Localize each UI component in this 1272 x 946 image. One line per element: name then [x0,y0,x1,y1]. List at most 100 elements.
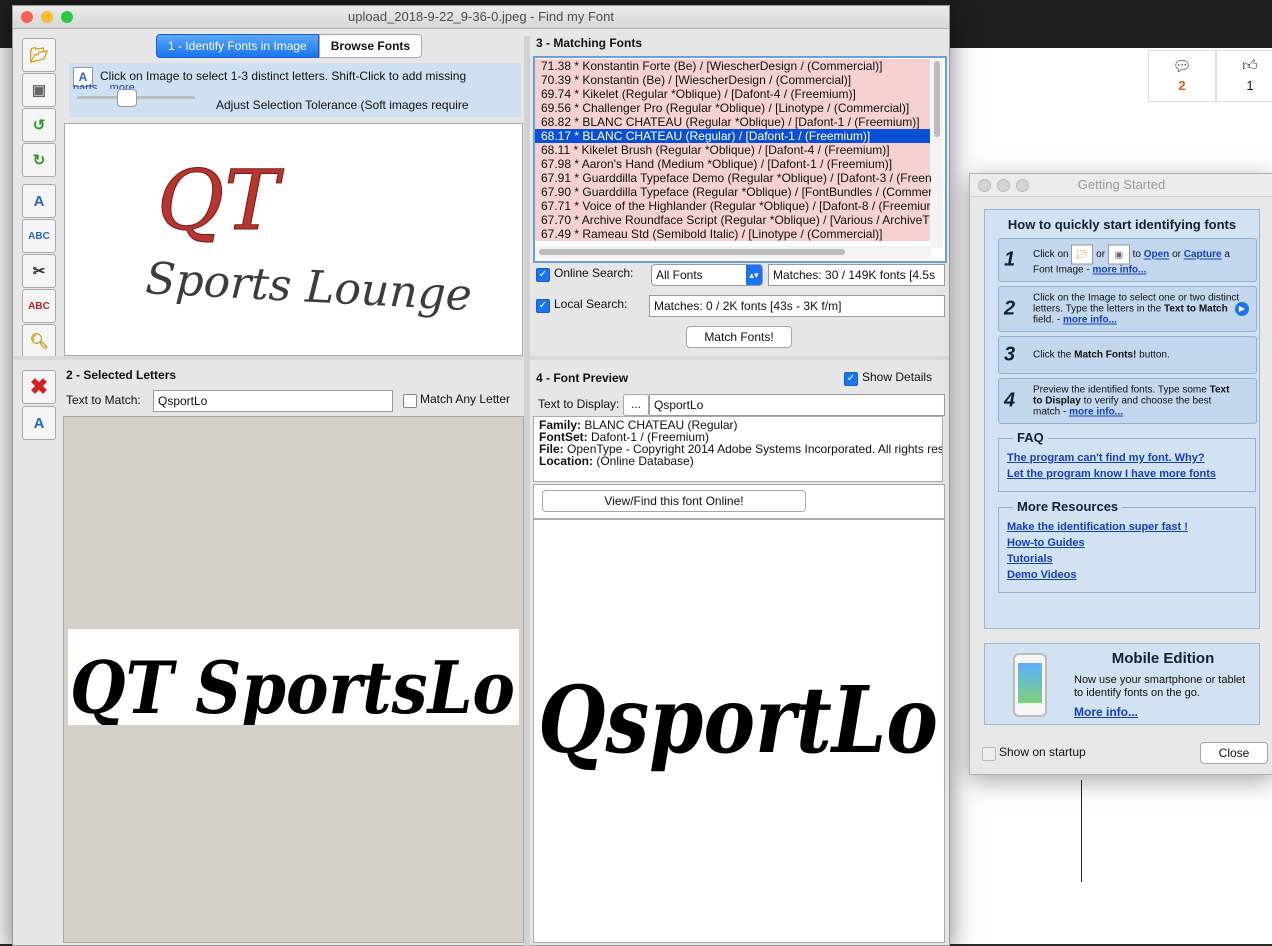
comment-icon: 💬︎ [1172,58,1192,75]
abc-fix-icon[interactable]: ABC [22,289,56,323]
smartphone-icon [1013,653,1047,717]
find-my-font-window: upload_2018-9-22_9-36-0.jpeg - Find my F… [12,5,950,946]
open-image-icon[interactable]: 📂︎ [22,38,56,72]
matching-fonts-rows: 71.38 * Konstantin Forte (Be) / [Wiesche… [535,59,932,241]
mobile-edition-title: Mobile Edition [1111,650,1215,667]
online-search-checkbox[interactable]: ✓ [536,268,550,282]
resource-link-super-fast[interactable]: Make the identification super fast ! [1007,521,1188,533]
selected-letters-panel: QT SportsLo [63,416,524,943]
rotate-left-icon[interactable]: ↺ [22,108,56,142]
match-row[interactable]: 67.70 * Archive Roundface Script (Regula… [535,213,930,227]
play-icon[interactable]: ▶ [1235,302,1249,316]
likes-count: 1 [1246,78,1254,93]
online-search-select[interactable]: All Fonts ▴▾ [651,264,763,286]
source-image-panel[interactable]: QT Sports Lounge [64,123,523,356]
close-window-button[interactable] [21,11,33,23]
tolerance-label: Adjust Selection Tolerance (Soft images … [216,98,469,112]
faq-link-more-fonts[interactable]: Let the program know I have more fonts [1007,468,1216,480]
logo-text: Sports Lounge [144,253,473,321]
match-any-letter-label: Match Any Letter [420,392,511,406]
vertical-splitter[interactable] [524,36,530,946]
font-location-row: Location: (Online Database) [539,454,694,468]
add-letter-icon[interactable]: A [22,184,56,218]
online-search-label: Online Search: [554,266,634,280]
getting-started-title: Getting Started [1077,177,1166,192]
show-on-startup-checkbox[interactable] [982,747,996,761]
scissors-icon[interactable]: ✂ [22,254,56,288]
mobile-more-info-link[interactable]: More info... [1074,705,1138,719]
match-row[interactable]: 71.38 * Konstantin Forte (Be) / [Wiesche… [535,59,930,73]
capture-screen-icon[interactable]: ▣ [22,73,56,107]
selected-letters-image: QT SportsLo [70,645,515,725]
minimize-window-button[interactable] [41,11,53,23]
gs-minimize-light[interactable] [997,179,1010,192]
zoom-magnifier-icon[interactable]: 🔍︎ [22,324,56,358]
resource-link-tutorials[interactable]: Tutorials [1007,553,1053,565]
faq-title: FAQ [1013,430,1048,445]
resource-link-guides[interactable]: How-to Guides [1007,537,1085,549]
window-title: upload_2018-9-22_9-36-0.jpeg - Find my F… [348,9,614,24]
thumbs-up-icon: 👍︎ [1242,57,1258,74]
match-row[interactable]: 67.90 * Guarddilla Typeface (Regular *Ob… [535,185,932,199]
horizontal-splitter[interactable] [13,356,949,360]
match-any-letter-checkbox[interactable] [403,394,417,408]
online-matches-field: Matches: 30 / 149K fonts [4.5s [768,264,945,286]
capture-link[interactable]: Capture [1184,249,1222,260]
open-link[interactable]: Open [1144,249,1170,260]
capture-icon-small: ▣ [1107,244,1130,265]
rotate-right-icon[interactable]: ↻ [22,143,56,177]
faq-link-cant-find[interactable]: The program can't find my font. Why? [1007,452,1205,464]
online-search-select-value: All Fonts [656,268,703,282]
likes-stat[interactable]: 👍︎ 1 [1216,50,1272,102]
tolerance-slider-thumb[interactable] [117,89,137,107]
source-image-logo[interactable]: QT Sports Lounge [65,124,522,355]
spellcheck-icon[interactable]: ABC [22,219,56,253]
tab-identify-fonts[interactable]: 1 - Identify Fonts in Image [156,34,319,58]
getting-started-content: How to quickly start identifying fonts 1… [984,209,1260,629]
match-row[interactable]: 69.74 * Kikelet (Regular *Oblique) / [Da… [535,87,930,101]
step-2-more-info-link[interactable]: more info... [1063,315,1117,326]
list-vertical-scrollbar[interactable] [931,58,943,248]
step-3: 3 Click the Match Fonts! button. [998,336,1257,374]
local-matches-field: Matches: 0 / 2K fonts [43s - 3K f/m] [649,295,945,317]
step-1-more-info-link[interactable]: more info... [1092,265,1146,276]
local-search-checkbox[interactable]: ✓ [536,299,550,313]
background-divider [1081,780,1082,882]
match-row[interactable]: 70.39 * Konstantin (Be) / [WiescherDesig… [535,73,930,87]
match-row[interactable]: 67.49 * Rameau Std (Semibold Italic) / [… [535,227,930,241]
text-to-display-label: Text to Display: [538,397,620,411]
identify-tabs: 1 - Identify Fonts in Image Browse Fonts [156,34,423,58]
instruction-text: Click on Image to select 1-3 distinct le… [100,69,467,83]
list-horizontal-scrollbar[interactable] [535,246,931,258]
remove-letter-icon[interactable]: A [22,406,56,440]
close-button[interactable]: Close [1200,742,1268,764]
match-row[interactable]: 69.56 * Challenger Pro (Regular *Oblique… [535,101,930,115]
comments-stat[interactable]: 💬︎ 2 [1148,50,1216,102]
match-row[interactable]: 68.17 * BLANC CHATEAU (Regular) / [Dafon… [535,129,930,143]
resource-link-videos[interactable]: Demo Videos [1007,569,1077,581]
match-row[interactable]: 67.91 * Guarddilla Typeface Demo (Regula… [535,171,932,185]
text-to-display-options-button[interactable]: ... [623,394,649,416]
match-row[interactable]: 68.11 * Kikelet Brush (Regular *Oblique)… [535,143,930,157]
open-image-icon-small: 📂︎ [1071,244,1094,265]
delete-letters-icon[interactable]: ✖ [22,370,56,404]
matching-fonts-list[interactable]: 71.38 * Konstantin Forte (Be) / [Wiesche… [533,56,947,263]
match-fonts-button[interactable]: Match Fonts! [686,326,792,348]
selected-letters-title: 2 - Selected Letters [66,368,177,382]
gs-close-light[interactable] [978,179,991,192]
mobile-edition-text: Now use your smartphone or tablet to ide… [1074,674,1246,699]
local-search-label: Local Search: [554,297,628,311]
zoom-window-button[interactable] [61,11,73,23]
step-4-more-info-link[interactable]: more info... [1069,407,1123,418]
view-find-font-online-button[interactable]: View/Find this font Online! [542,490,806,512]
text-to-match-input[interactable]: QsportLo [153,390,393,412]
tab-browse-fonts[interactable]: Browse Fonts [318,34,423,58]
text-to-display-input[interactable]: QsportLo [649,394,945,416]
match-row[interactable]: 68.82 * BLANC CHATEAU (Regular *Oblique)… [535,115,930,129]
step-1: 1 Click on 📂︎ or ▣ to Open or Capture a … [998,238,1257,282]
show-details-checkbox[interactable]: ✓ [844,372,858,386]
gs-zoom-light[interactable] [1016,179,1029,192]
show-details-label: Show Details [862,370,933,384]
match-row[interactable]: 67.71 * Voice of the Highlander (Regular… [535,199,931,213]
match-row[interactable]: 67.98 * Aaron's Hand (Medium *Oblique) /… [535,157,930,171]
